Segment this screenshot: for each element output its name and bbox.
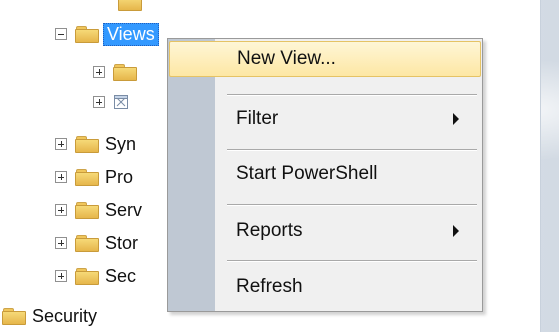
tree-node-views[interactable]: Views: [55, 22, 159, 46]
collapse-icon[interactable]: [55, 28, 67, 40]
menu-separator: [227, 204, 477, 206]
tree-node-security[interactable]: Security: [0, 304, 97, 328]
submenu-arrow-icon: [453, 225, 459, 237]
tree-node-label[interactable]: Syn: [105, 134, 136, 155]
menu-item-refresh[interactable]: Refresh: [169, 269, 481, 305]
tree-node-synonyms[interactable]: Syn: [55, 132, 136, 156]
menu-item-label: Reports: [236, 220, 303, 241]
system-object-icon: [114, 95, 128, 109]
tree-node-label[interactable]: Sec: [105, 266, 136, 287]
folder-icon: [2, 308, 26, 325]
menu-item-reports[interactable]: Reports: [169, 213, 481, 249]
tree-node-security-db[interactable]: Sec: [55, 264, 136, 288]
partial-folder-icon: [110, 0, 142, 11]
folder-icon: [113, 64, 137, 81]
menu-item-label: New View...: [237, 48, 336, 69]
expand-icon[interactable]: [55, 270, 67, 282]
menu-separator: [227, 94, 477, 96]
menu-item-label: Start PowerShell: [236, 163, 378, 184]
expand-icon[interactable]: [93, 96, 105, 108]
tree-node-child[interactable]: [93, 90, 135, 114]
menu-separator: [227, 149, 477, 151]
tree-node-label[interactable]: Views: [103, 22, 159, 46]
tree-node-label[interactable]: Pro: [105, 167, 133, 188]
folder-icon: [75, 235, 99, 252]
expand-icon[interactable]: [55, 138, 67, 150]
tree-node-service-broker[interactable]: Serv: [55, 198, 142, 222]
folder-icon: [75, 202, 99, 219]
folder-icon: [75, 26, 99, 43]
menu-item-start-powershell[interactable]: Start PowerShell: [169, 156, 481, 192]
tree-node-label[interactable]: Security: [32, 306, 97, 327]
tree-node-label[interactable]: Stor: [105, 233, 138, 254]
folder-icon: [75, 268, 99, 285]
expand-icon[interactable]: [55, 171, 67, 183]
expand-icon[interactable]: [55, 204, 67, 216]
tree-node-label[interactable]: Serv: [105, 200, 142, 221]
tree-node-child[interactable]: [93, 60, 143, 84]
tree-node-storage[interactable]: Stor: [55, 231, 138, 255]
folder-icon: [75, 169, 99, 186]
menu-item-label: Filter: [236, 108, 279, 129]
menu-item-new-view[interactable]: New View...: [169, 41, 481, 77]
submenu-arrow-icon: [453, 113, 459, 125]
menu-item-label: Refresh: [236, 276, 303, 297]
context-menu[interactable]: New View... Filter Start PowerShell Repo…: [167, 38, 483, 312]
menu-separator: [227, 260, 477, 262]
expand-icon[interactable]: [93, 66, 105, 78]
menu-item-filter[interactable]: Filter: [169, 101, 481, 137]
tree-node-programmability[interactable]: Pro: [55, 165, 133, 189]
expand-icon[interactable]: [55, 237, 67, 249]
folder-icon: [75, 136, 99, 153]
